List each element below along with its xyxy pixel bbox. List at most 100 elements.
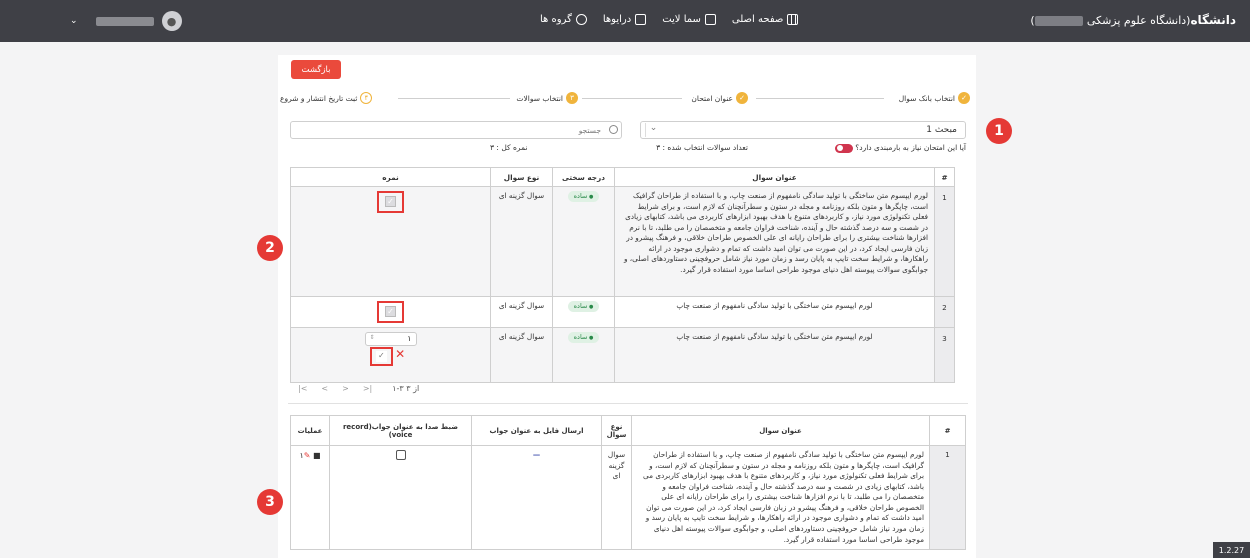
first-page-button[interactable]: |< <box>298 384 307 393</box>
score-checkbox[interactable]: ✓ <box>385 306 396 317</box>
pagination: |< < > >| ۱-۳ از ۳ <box>298 384 419 393</box>
scoring-question: آیا این امتحان نیاز به بارمبندی دارد؟ <box>832 143 966 153</box>
spinner-icon[interactable]: ⇕ <box>370 334 375 343</box>
table-row: 2 لورم ایپسوم متن ساختگی با تولید سادگی … <box>290 296 955 328</box>
col-type: نوع سوال <box>601 415 632 446</box>
table-row: 3 لورم ایپسوم متن ساختگی با تولید سادگی … <box>290 326 955 383</box>
score-cell: ✓ <box>290 186 491 297</box>
highlight-box: ✓ <box>377 191 404 213</box>
highlight-box: ✓ <box>377 301 404 323</box>
user-menu[interactable]: ⌄ ● <box>70 11 182 31</box>
type-cell: سوال گزینه ای <box>601 444 632 551</box>
difficulty-badge: ساده <box>567 301 600 313</box>
step-label: عنوان امتحان <box>691 93 733 103</box>
chevron-down-icon: ⌄ <box>645 123 661 137</box>
score-value: ۱ <box>407 333 412 343</box>
score-checkbox[interactable]: ✓ <box>385 196 396 207</box>
row-number: 1 <box>934 186 955 297</box>
question-title: لورم ایپسوم متن ساختگی با تولید سادگی نا… <box>614 326 935 383</box>
annotation-marker-2: 2 <box>257 235 283 261</box>
score-cell: ✓ <box>290 296 491 328</box>
step-connector <box>582 98 682 99</box>
prev-page-button[interactable]: < <box>321 384 328 393</box>
step-number: ۴ <box>360 92 373 104</box>
total-score: نمره کل : ۳ <box>490 143 528 152</box>
annotation-marker-1: 1 <box>986 118 1012 144</box>
selected-count: تعداد سوالات انتخاب شده : ۳ <box>656 143 748 152</box>
topic-select[interactable]: مبحث 1 ⌄ <box>640 121 966 139</box>
col-title: عنوان سوال <box>631 415 930 446</box>
chevron-down-icon: ⌄ <box>70 16 78 26</box>
file-answer-value: — <box>532 450 541 459</box>
nav-drives[interactable]: درایوها <box>602 14 647 25</box>
nav-drives-label: درایوها <box>602 14 632 25</box>
nav-home[interactable]: صفحه اصلی <box>731 14 799 25</box>
next-page-button[interactable]: > <box>342 384 349 393</box>
step-exam-title[interactable]: ✓ عنوان امتحان <box>691 92 748 104</box>
step-select-questions[interactable]: ۳ انتخاب سوالات <box>516 92 578 104</box>
type-cell: سوال گزینه ای <box>490 326 553 383</box>
avatar: ● <box>161 11 182 31</box>
stepper: ✓ انتخاب بانک سوال ✓ عنوان امتحان ۳ انتخ… <box>280 92 970 106</box>
voice-answer-checkbox[interactable] <box>395 450 406 460</box>
difficulty-cell: ساده <box>552 186 615 297</box>
topic-select-value: مبحث 1 <box>926 125 957 135</box>
score-cell: ⇕ ۱ ✕ ✓ <box>290 326 491 383</box>
table-row: 1 لورم ایپسوم متن ساختگی با تولید سادگی … <box>290 186 955 297</box>
nav-home-label: صفحه اصلی <box>731 14 784 25</box>
brand[interactable]: دانشگاه(دانشگاه علوم پزشکی ) <box>1030 13 1236 27</box>
page-count: ۱-۳ از ۳ <box>392 384 420 393</box>
step-select-bank[interactable]: ✓ انتخاب بانک سوال <box>899 92 970 104</box>
last-page-button[interactable]: >| <box>363 384 372 393</box>
question-title: لورم ایپسوم متن ساختگی با تولید سادگی نا… <box>614 296 935 328</box>
redacted-text <box>1034 15 1083 26</box>
grid-icon <box>787 14 799 25</box>
row-number: 3 <box>934 326 955 383</box>
nav-sama-lite[interactable]: سما لایت <box>662 14 716 25</box>
main-nav: صفحه اصلی سما لایت درایوها گروه ها <box>540 14 799 25</box>
nav-groups[interactable]: گروه ها <box>540 14 587 25</box>
exam-wizard-panel: بازگشت ✓ انتخاب بانک سوال ✓ عنوان امتحان… <box>278 55 976 558</box>
step-label: انتخاب سوالات <box>516 93 563 103</box>
col-voice-answer: ضبط صدا به عنوان جواب(record voice) <box>329 415 472 446</box>
scoring-toggle[interactable] <box>834 143 853 153</box>
search-icon <box>609 125 618 134</box>
col-file-answer: ارسال فایل به عنوان جواب <box>471 415 602 446</box>
type-cell: سوال گزینه ای <box>490 296 553 328</box>
redacted-username <box>95 16 154 26</box>
file-icon <box>704 14 716 25</box>
difficulty-badge: ساده <box>567 331 600 343</box>
brand-sub: (دانشگاه علوم پزشکی <box>1086 14 1191 27</box>
check-icon: ✓ <box>958 92 970 104</box>
search-input[interactable] <box>303 124 603 136</box>
edit-icon[interactable]: ✎ <box>304 451 311 460</box>
file-answer-cell: — <box>471 444 602 551</box>
difficulty-badge: ساده <box>567 191 600 203</box>
row-number: 1 <box>929 444 966 551</box>
operations-cell: ■ ✎۱ <box>290 444 330 551</box>
col-type: نوع سوال <box>490 167 553 187</box>
highlight-box: ✓ <box>369 346 393 366</box>
confirm-check-icon[interactable]: ✓ <box>375 350 387 362</box>
step-number: ۳ <box>566 92 578 104</box>
stop-icon[interactable]: ■ <box>313 451 321 460</box>
brand-name: دانشگاه <box>1190 13 1236 27</box>
cancel-icon[interactable]: ✕ <box>395 347 405 361</box>
question-title: لورم ایپسوم متن ساختگی با تولید سادگی نا… <box>631 444 930 551</box>
col-title: عنوان سوال <box>614 167 935 187</box>
score-input[interactable]: ⇕ ۱ <box>364 331 417 346</box>
row-number: 2 <box>934 296 955 328</box>
difficulty-cell: ساده <box>552 326 615 383</box>
step-connector <box>756 98 884 99</box>
col-num: # <box>934 167 955 187</box>
annotation-marker-3: 3 <box>257 489 283 515</box>
col-score: نمره <box>290 167 491 187</box>
col-operations: عملیات <box>290 415 330 446</box>
step-publish-date[interactable]: ۴ ثبت تاریخ انتشار و شروع <box>280 92 373 104</box>
col-num: # <box>929 415 966 446</box>
col-difficulty: درجه سختی <box>552 167 615 187</box>
version-badge: 1.2.27 <box>1213 542 1250 558</box>
back-button[interactable]: بازگشت <box>291 60 341 79</box>
operations: ■ ✎۱ <box>299 451 320 460</box>
divider <box>288 403 968 404</box>
